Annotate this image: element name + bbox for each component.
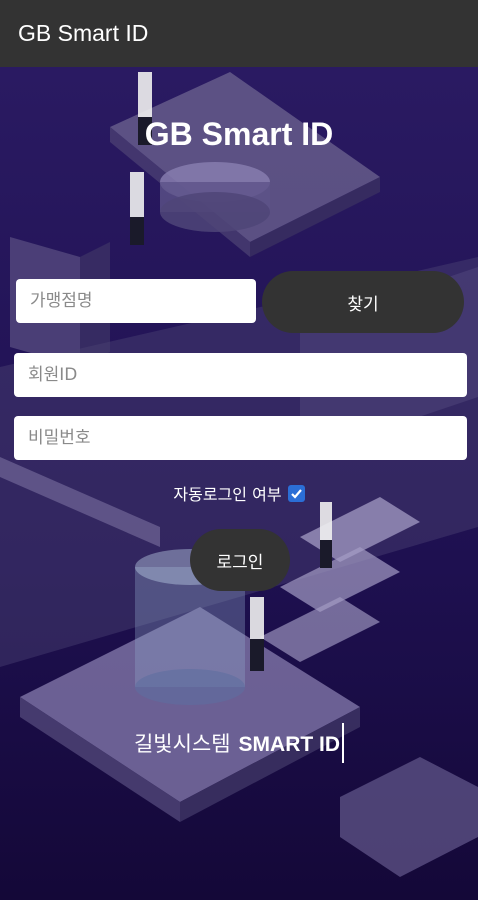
auto-login-checkbox[interactable] <box>287 484 305 502</box>
login-button-label: 로그인 <box>216 552 264 573</box>
footer-company-text: 길빛시스템 <box>133 732 231 756</box>
page-title: GB Smart ID <box>144 116 334 152</box>
login-button[interactable]: 로그인 <box>190 529 290 591</box>
find-button[interactable]: 찾기 <box>262 271 464 333</box>
find-button-label: 찾기 <box>347 294 379 315</box>
auto-login-label: 자동로그인 여부 <box>173 485 282 504</box>
store-name-input[interactable] <box>16 279 256 323</box>
footer-brand: 길빛시스템 SMART ID <box>0 723 478 765</box>
password-input[interactable] <box>14 416 467 460</box>
app-bar-title: GB Smart ID <box>18 20 149 46</box>
checkmark-icon <box>290 488 302 499</box>
member-id-input[interactable] <box>14 353 467 397</box>
footer-brand-text: SMART ID <box>238 733 341 756</box>
text-cursor <box>342 723 345 763</box>
app-bar: GB Smart ID <box>0 0 478 67</box>
auto-login-row: 자동로그인 여부 <box>0 481 478 505</box>
